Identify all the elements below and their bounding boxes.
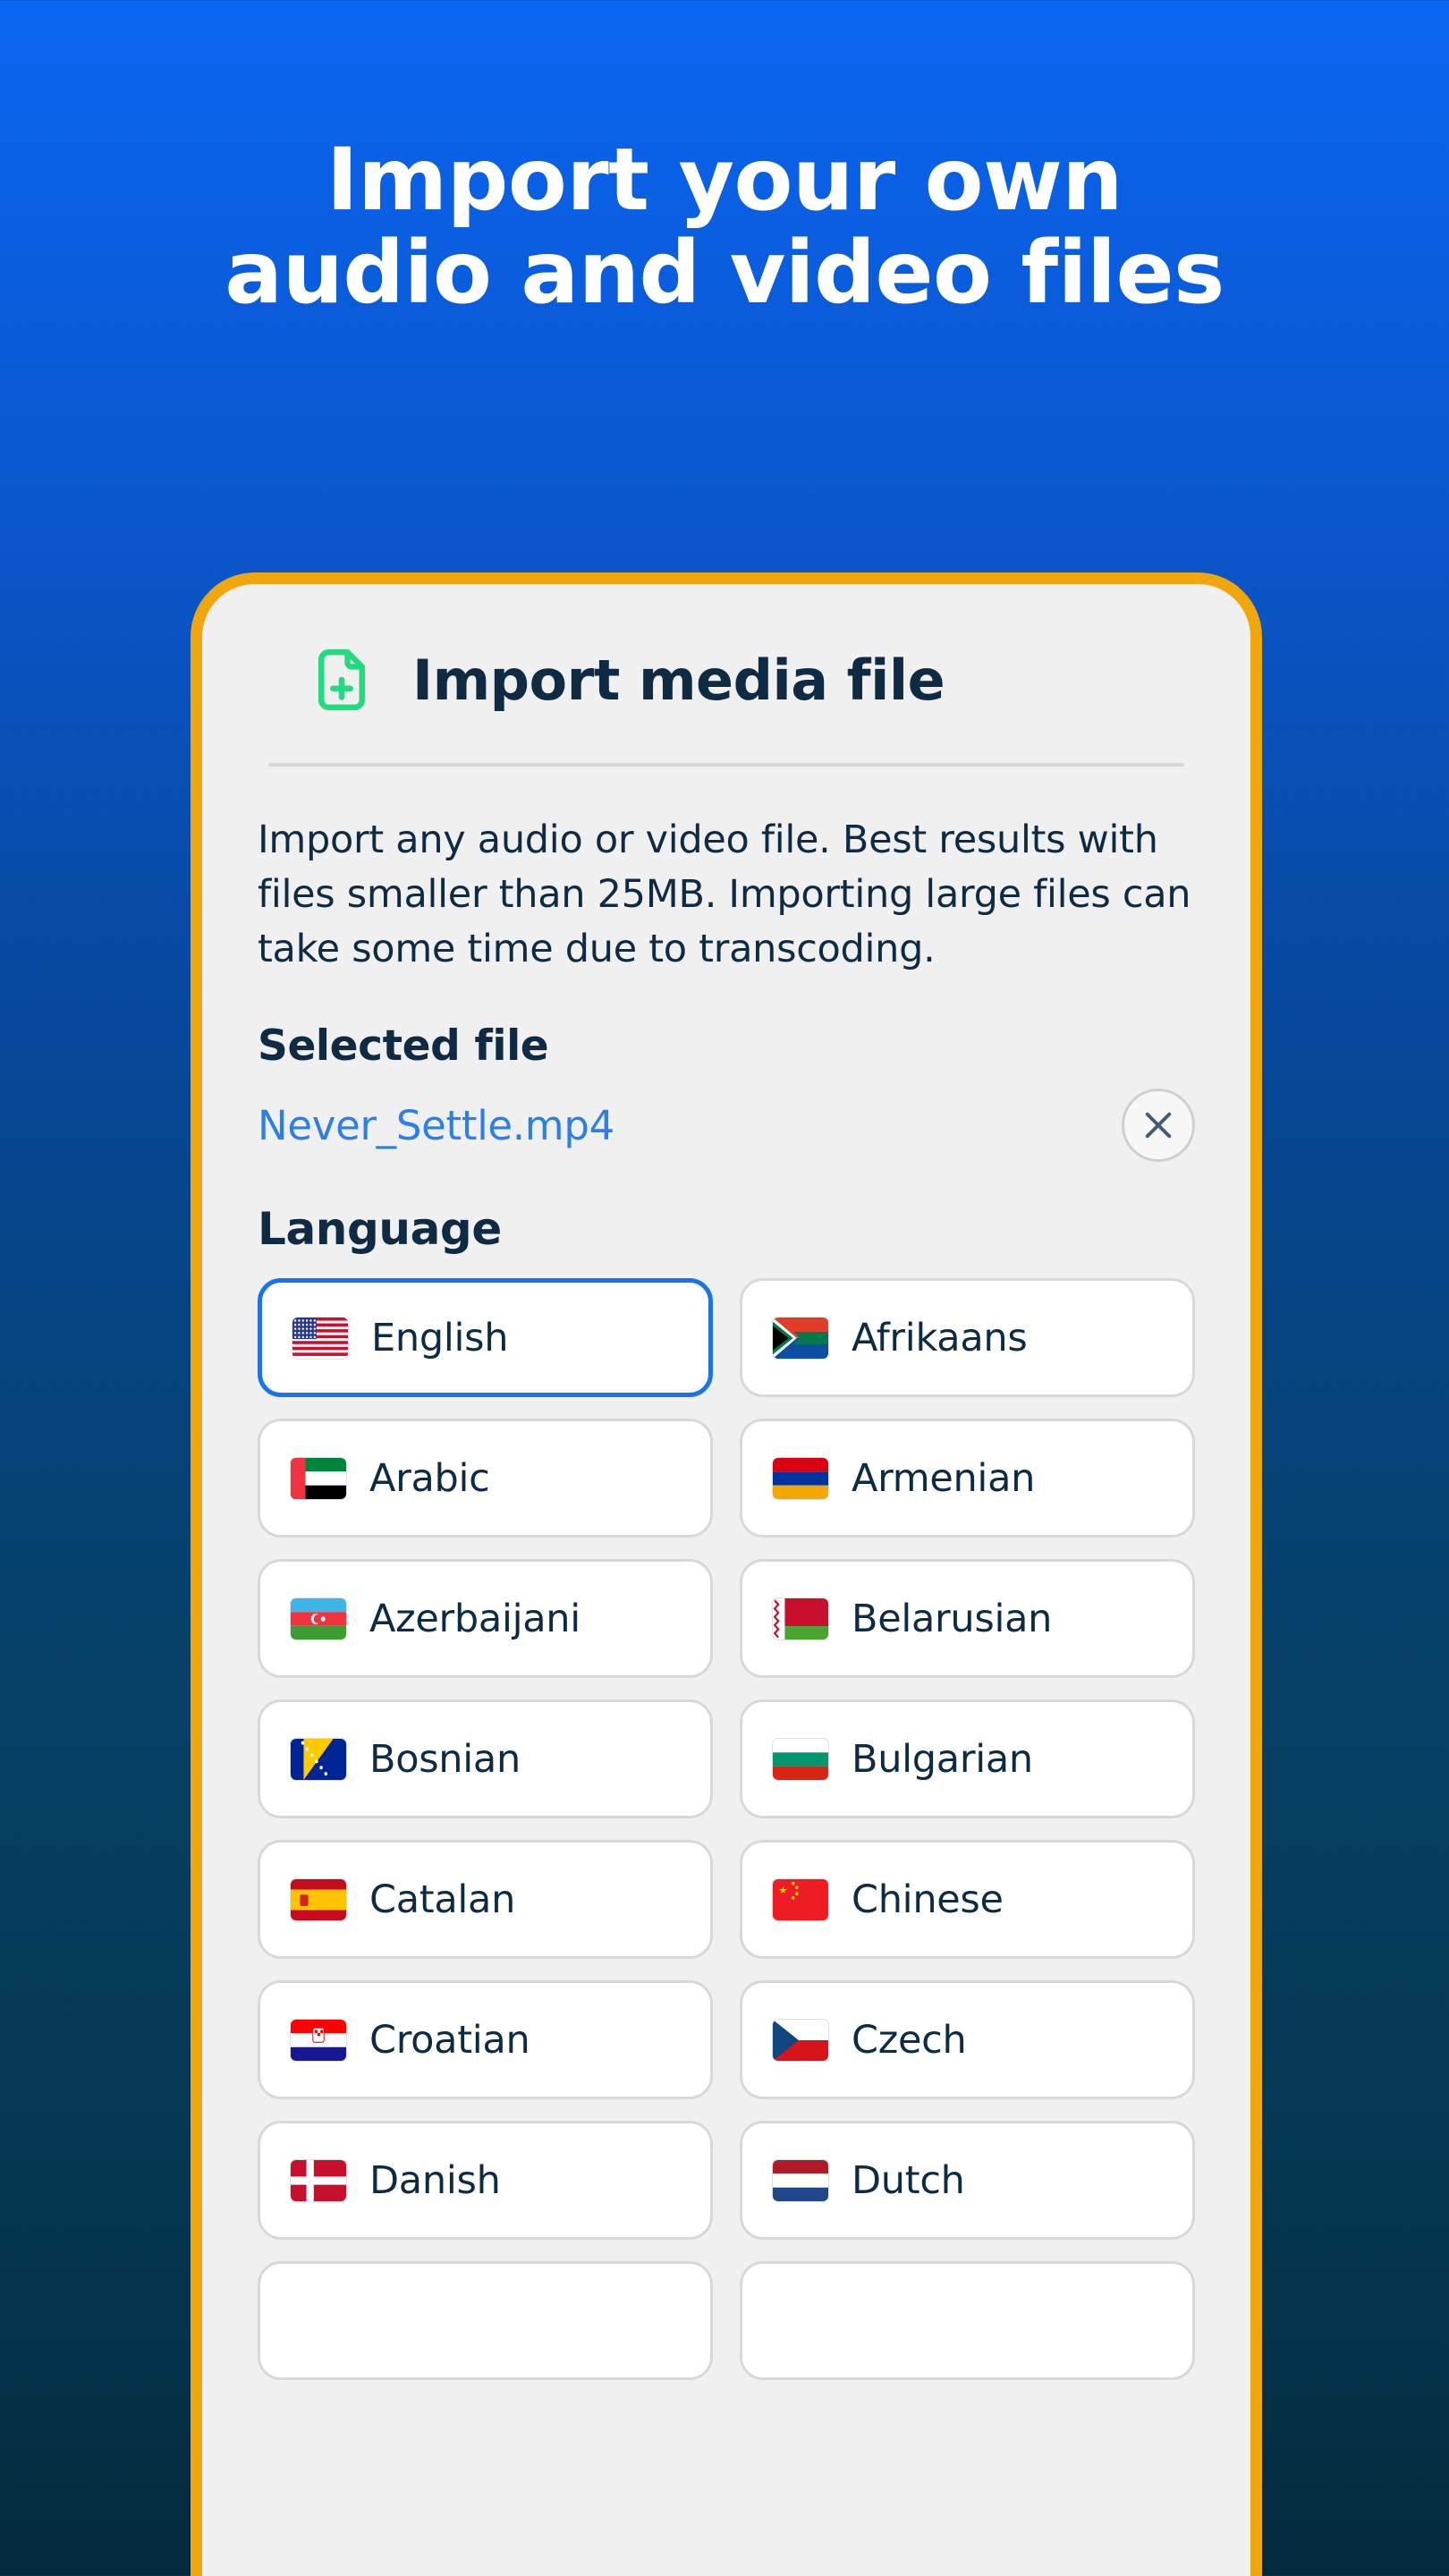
language-option-label: Dutch (852, 2157, 965, 2203)
headline-line-2: audio and video files (225, 222, 1224, 323)
card-description: Import any audio or video file. Best res… (258, 818, 1191, 972)
language-grid: English Afrikaans Arabic Armenian Azerbaijan… (258, 1278, 1195, 2381)
language-option-label: Armenian (852, 1455, 1036, 1501)
clear-file-button[interactable] (1122, 1089, 1195, 1163)
language-option-label: Bulgarian (852, 1736, 1033, 1782)
flag-icon-hr (291, 2019, 346, 2061)
language-option-croatian[interactable]: Croatian (258, 1980, 713, 2100)
flag-icon-ae (291, 1457, 346, 1499)
file-plus-icon (307, 645, 377, 715)
language-option-label: Czech (852, 2017, 967, 2063)
language-option-czech[interactable]: Czech (740, 1980, 1195, 2100)
selected-file-name: Never_Settle.mp4 (258, 1101, 614, 1149)
language-option-bulgarian[interactable]: Bulgarian (740, 1699, 1195, 1819)
language-option-label: Afrikaans (852, 1315, 1028, 1360)
language-option-danish[interactable]: Danish (258, 2121, 713, 2241)
language-option-chinese[interactable]: Chinese (740, 1840, 1195, 1960)
language-option-label: English (371, 1315, 509, 1360)
language-option-english[interactable]: English (258, 1278, 713, 1398)
flag-icon-nl (773, 2159, 828, 2201)
close-icon (1140, 1106, 1177, 1144)
language-option-label: Azerbaijani (369, 1596, 580, 1641)
page-headline: Import your own audio and video files (0, 130, 1449, 323)
language-option-label: Belarusian (852, 1596, 1053, 1641)
language-option-label: Chinese (852, 1877, 1004, 1922)
selected-file-row: Never_Settle.mp4 (258, 1089, 1195, 1163)
language-option-azerbaijani[interactable]: Azerbaijani (258, 1559, 713, 1679)
language-option-label: Catalan (369, 1877, 516, 1922)
language-option-partial[interactable] (740, 2261, 1195, 2381)
card-title: Import media file (412, 647, 945, 713)
flag-icon-za (773, 1317, 828, 1359)
flag-icon-bg (773, 1738, 828, 1780)
card-header: Import media file (258, 584, 1195, 715)
flag-icon-es (291, 1878, 346, 1920)
language-option-label: Arabic (369, 1455, 490, 1501)
flag-icon-cn (773, 1878, 828, 1920)
language-option-bosnian[interactable]: Bosnian (258, 1699, 713, 1819)
language-option-arabic[interactable]: Arabic (258, 1419, 713, 1538)
flag-icon-am (773, 1457, 828, 1499)
flag-icon-dk (291, 2159, 346, 2201)
language-option-label: Croatian (369, 2017, 530, 2063)
flag-icon-ba (291, 1738, 346, 1780)
language-option-armenian[interactable]: Armenian (740, 1419, 1195, 1538)
flag-icon-cz (773, 2019, 828, 2061)
header-divider (268, 763, 1184, 767)
language-label: Language (258, 1203, 502, 1256)
language-option-label: Danish (369, 2157, 501, 2203)
flag-icon-az (291, 1597, 346, 1640)
import-media-card: Import media file Import any audio or vi… (191, 572, 1262, 2576)
selected-file-label: Selected file (258, 1021, 549, 1072)
language-option-partial[interactable] (258, 2261, 713, 2381)
language-option-afrikaans[interactable]: Afrikaans (740, 1278, 1195, 1398)
flag-icon-us (292, 1317, 348, 1359)
language-option-catalan[interactable]: Catalan (258, 1840, 713, 1960)
language-option-label: Bosnian (369, 1736, 521, 1782)
language-option-dutch[interactable]: Dutch (740, 2121, 1195, 2241)
language-option-belarusian[interactable]: Belarusian (740, 1559, 1195, 1679)
headline-line-1: Import your own (326, 130, 1123, 230)
flag-icon-by (773, 1597, 828, 1640)
